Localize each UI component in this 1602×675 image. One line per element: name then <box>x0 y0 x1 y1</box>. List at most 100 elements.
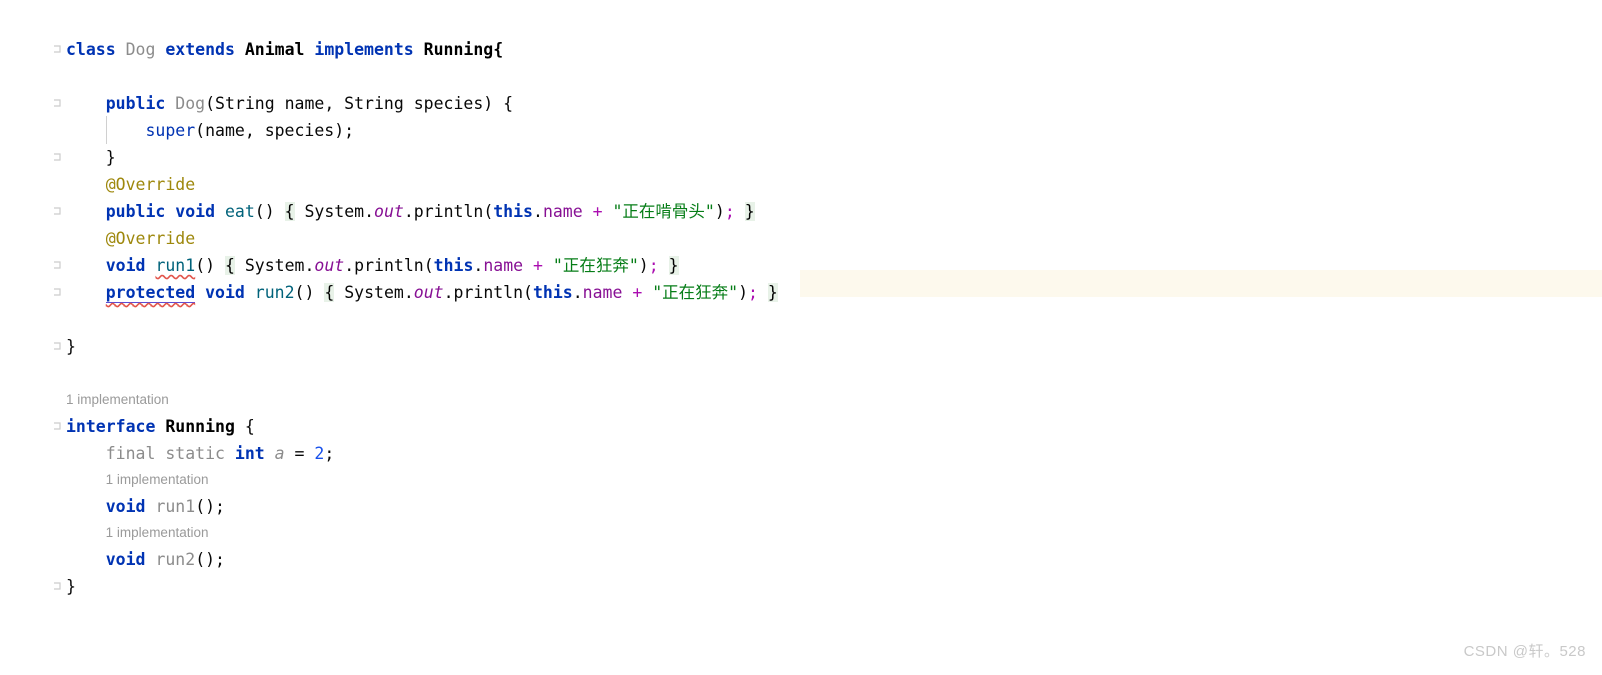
code-token: public <box>105 202 166 221</box>
code-line[interactable] <box>800 297 1602 324</box>
code-line[interactable]: public Dog(String name, String species) … <box>0 90 800 117</box>
code-token: final static <box>105 444 235 463</box>
code-line[interactable]: public Dog(String name, String species) … <box>800 81 1602 108</box>
code-line[interactable]: interface Running { <box>0 413 800 440</box>
code-line[interactable]: public void run2() { System.out.println(… <box>800 270 1602 297</box>
left-code-editor[interactable]: class Dog extends Animal implements Runn… <box>0 0 800 675</box>
code-line[interactable]: final static int a = 2; <box>0 440 800 467</box>
code-line[interactable]: super(name, species); <box>800 108 1602 135</box>
inlay-hint-label: 1 implementation <box>66 392 169 407</box>
code-line[interactable]: class Dog extends Animal implements Runn… <box>800 27 1602 54</box>
code-token: Running <box>165 417 235 436</box>
code-line[interactable]: void run1(); <box>800 484 1602 511</box>
fold-marker-icon[interactable] <box>36 198 62 225</box>
code-line[interactable] <box>0 306 800 333</box>
code-line[interactable]: } <box>800 324 1602 351</box>
code-line[interactable]: protected void run2() { System.out.print… <box>0 279 800 306</box>
code-line[interactable]: } <box>0 573 800 600</box>
code-line[interactable] <box>0 63 800 90</box>
code-token: interface <box>66 417 156 436</box>
code-line[interactable] <box>800 351 1602 378</box>
code-token: System. <box>334 283 414 302</box>
code-token: out <box>314 256 345 275</box>
fold-marker-icon[interactable] <box>36 413 62 440</box>
code-line[interactable]: final static int a = 2; <box>800 431 1602 458</box>
code-token: run1 <box>155 256 196 275</box>
code-line[interactable]: public void eat() { System.out.println(t… <box>0 198 800 225</box>
code-line[interactable]: void run2(); <box>0 546 800 573</box>
code-token: } <box>66 337 76 356</box>
code-line-text: super(name, species); <box>66 117 354 144</box>
code-token: void <box>105 497 146 516</box>
code-line[interactable]: @Override <box>800 216 1602 243</box>
code-line[interactable]: @Override <box>800 162 1602 189</box>
fold-marker-icon[interactable] <box>36 333 62 360</box>
fold-marker-icon[interactable] <box>36 36 62 63</box>
code-line[interactable]: @Override <box>0 171 800 198</box>
code-token: run2 <box>254 283 295 302</box>
code-token: out <box>413 283 444 302</box>
fold-marker-icon[interactable] <box>36 144 62 171</box>
code-line[interactable]: void run2(); <box>800 537 1602 564</box>
fold-marker-icon[interactable] <box>36 573 62 600</box>
inlay-hint-implementation[interactable]: 1 implementation <box>106 520 209 544</box>
code-line[interactable]: } <box>0 333 800 360</box>
code-token: (name, species); <box>195 121 355 140</box>
code-token: void <box>105 550 146 569</box>
code-line[interactable]: } <box>800 135 1602 162</box>
code-line[interactable]: interface Running { <box>800 404 1602 431</box>
code-token: . <box>572 283 583 302</box>
code-line[interactable]: } <box>800 564 1602 591</box>
code-line[interactable]: void run1(); <box>0 493 800 520</box>
fold-marker-icon[interactable] <box>36 252 62 279</box>
code-line[interactable]: class Dog extends Animal implements Runn… <box>0 36 800 63</box>
code-token: ; <box>324 444 335 463</box>
fold-marker-icon[interactable] <box>36 279 62 306</box>
code-token: out <box>374 202 404 221</box>
code-token: { <box>234 417 255 436</box>
code-line[interactable]: super(name, species); <box>0 117 800 144</box>
code-line[interactable]: public void run1() { System.out.println(… <box>800 243 1602 270</box>
code-line[interactable]: public void eat() { System.out.println(t… <box>800 189 1602 216</box>
inlay-hint-label: 1 implementation <box>105 525 209 540</box>
code-line[interactable]: } <box>0 144 800 171</box>
code-line[interactable] <box>800 54 1602 81</box>
code-token: (String name, String species) { <box>205 94 514 113</box>
inlay-hint-implementation[interactable]: 1 implementation <box>66 387 169 411</box>
code-token: ; <box>748 283 758 302</box>
code-token: { <box>284 202 295 221</box>
code-token: protected <box>105 283 196 303</box>
code-token: = <box>294 444 305 463</box>
code-token: @Override <box>105 229 196 248</box>
code-token: { <box>324 283 335 302</box>
right-code-editor[interactable]: class Dog extends Animal implements Runn… <box>800 0 1602 675</box>
code-token: class <box>66 40 116 59</box>
code-line[interactable] <box>0 360 800 387</box>
code-token: } <box>668 256 679 275</box>
code-token: } <box>767 283 778 302</box>
code-token: () <box>294 283 325 302</box>
code-line[interactable]: void run1() { System.out.println(this.na… <box>0 252 800 279</box>
code-token: { <box>225 256 235 275</box>
code-line-text: @Override <box>66 171 195 198</box>
inlay-hint-implementation[interactable]: 1 implementation <box>106 467 209 491</box>
code-token: . <box>533 202 543 221</box>
fold-marker-icon[interactable] <box>36 90 62 117</box>
code-line[interactable]: @Override <box>0 225 800 252</box>
code-token: () <box>254 202 285 221</box>
code-token: System. <box>294 202 375 221</box>
